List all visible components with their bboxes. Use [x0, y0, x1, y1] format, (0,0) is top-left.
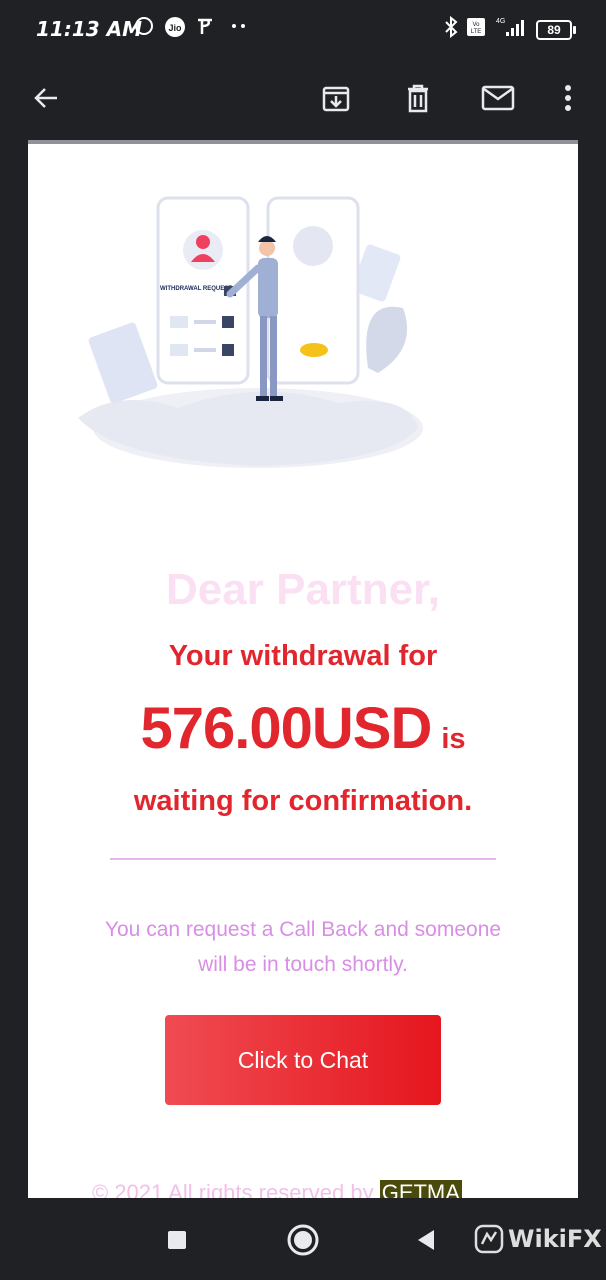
svg-text:Jio: Jio [168, 23, 182, 33]
callback-message: You can request a Call Back and someone … [104, 918, 502, 976]
confirmation-text: waiting for confirmation. [133, 785, 473, 817]
click-to-chat-button[interactable]: Click to Chat [165, 1015, 441, 1105]
svg-text:Vo: Vo [472, 22, 480, 28]
recents-square-icon[interactable] [155, 1218, 199, 1262]
footer-copyright: © 2021 All rights reserved by GETMA [92, 1180, 572, 1198]
amount-row: 576.00USD is [28, 695, 578, 762]
svg-text:4G: 4G [496, 18, 505, 25]
email-body: WITHDRAWAL REQUEST Dear Partner, Your wi… [28, 140, 578, 1198]
card-top-divider [28, 140, 578, 144]
status-time: 11:13 AM [36, 17, 143, 41]
wikifx-watermark: WikiFX [474, 1222, 602, 1256]
archive-icon[interactable] [314, 76, 358, 120]
back-triangle-icon[interactable] [404, 1218, 448, 1262]
withdrawal-text: Your withdrawal for [168, 640, 438, 672]
wikifx-logo-icon [474, 1224, 504, 1254]
volte-icon: Vo LTE [466, 16, 486, 43]
arrow-back-icon[interactable] [24, 76, 68, 120]
footer-text: © 2021 All rights reserved by [92, 1180, 374, 1198]
battery-icon: 89 [536, 20, 576, 40]
bluetooth-icon [444, 15, 458, 43]
withdrawal-amount: 576.00USD [140, 696, 432, 761]
content-divider [110, 858, 496, 860]
withdrawal-request-label: WITHDRAWAL REQUEST [160, 286, 232, 292]
withdrawal-illustration: WITHDRAWAL REQUEST [78, 196, 423, 468]
pe-icon [196, 16, 214, 43]
more-dots-icon [230, 16, 248, 41]
more-vert-icon[interactable] [546, 76, 590, 120]
amount-suffix: is [441, 723, 466, 755]
whatsapp-icon [134, 16, 154, 41]
delete-icon[interactable] [396, 76, 440, 120]
mail-icon[interactable] [476, 76, 520, 120]
footer-brand[interactable]: GETMA [379, 1180, 462, 1198]
signal-icon: 4G [492, 16, 528, 43]
greeting-heading: Dear Partner, [166, 565, 440, 614]
email-app-bar [0, 58, 606, 138]
jio-icon: Jio [164, 16, 186, 43]
watermark-text: WikiFX [508, 1225, 602, 1253]
svg-text:LTE: LTE [471, 29, 482, 35]
home-circle-icon[interactable] [281, 1218, 325, 1262]
status-bar: 11:13 AM Jio Vo LTE 4G 89 [0, 0, 606, 58]
